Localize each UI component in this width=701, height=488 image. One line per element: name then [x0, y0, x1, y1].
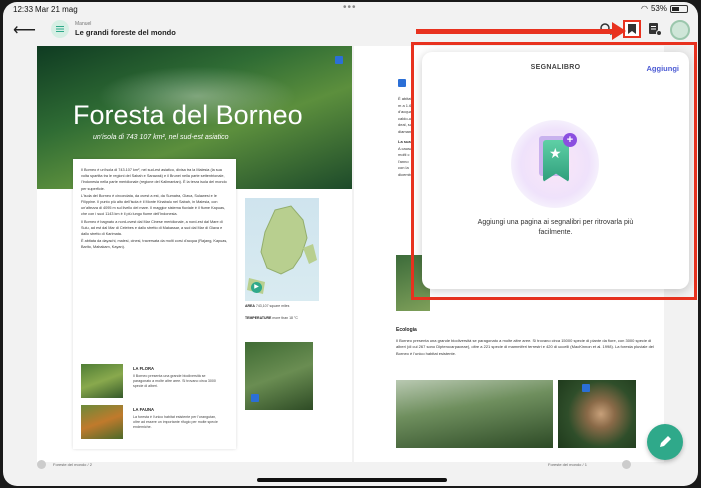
battery-fill: [672, 6, 680, 11]
ecology-text: Il Borneo presenta una grande biodiversi…: [396, 338, 654, 356]
add-bookmark-button[interactable]: Aggiungi: [647, 64, 680, 73]
ecology-heading: Ecologia: [396, 327, 417, 333]
hero-subtitle: un'isola di 743 107 km², nel sud-est asi…: [93, 134, 229, 141]
tarsier-photo[interactable]: [558, 380, 636, 448]
play-icon[interactable]: ▶: [251, 282, 262, 293]
flora-text: Il Borneo presenta una grande biodiversi…: [133, 374, 216, 388]
status-bar: 12:33 Mar 21 mag ••• ◠ 53%: [3, 2, 698, 16]
flora-box: LA FLORA Il Borneo presenta una grande b…: [81, 364, 228, 400]
breadcrumb: Manuel: [75, 21, 92, 27]
left-text-column: Il Borneo è un'isola di 743.107 km², nel…: [73, 159, 236, 449]
bookmark-icon: [628, 24, 636, 34]
multitask-dots-icon[interactable]: •••: [343, 2, 357, 13]
fauna-heading: LA FAUNA: [133, 407, 155, 412]
status-right: ◠ 53%: [641, 4, 688, 13]
status-date: Mar 21 mag: [35, 5, 78, 14]
back-arrow-icon[interactable]: ⟵: [13, 20, 36, 40]
media-icon[interactable]: [582, 384, 590, 392]
status-time: 12:33: [13, 5, 34, 14]
map-caption-temp: TEMPERATURE more than 18 °C: [245, 316, 298, 320]
paragraph: È abitata da dayachi, malesi, cinesi, tr…: [81, 239, 228, 250]
page-title: Le grandi foreste del mondo: [75, 28, 176, 37]
flora-heading: LA FLORA: [133, 366, 155, 371]
media-icon[interactable]: [398, 79, 406, 87]
paragraph: L'isola del Borneo è circondata, da oves…: [81, 193, 226, 217]
battery-percent: 53%: [650, 4, 667, 13]
media-icon[interactable]: [251, 394, 259, 402]
page-number-badge: [37, 460, 46, 469]
paragraph: Il Borneo è un'isola di 743.107 km², nel…: [81, 168, 227, 191]
media-icon[interactable]: [335, 56, 343, 64]
edit-fab-button[interactable]: [647, 424, 683, 460]
battery-icon: [670, 4, 688, 13]
left-page: Foresta del Borneo un'isola di 743 107 k…: [37, 46, 352, 469]
page-number-badge: [622, 460, 631, 469]
annotation-arrow: [416, 22, 626, 40]
wifi-icon: ◠: [641, 4, 648, 13]
fauna-image: [81, 405, 123, 439]
app-screen: 12:33 Mar 21 mag ••• ◠ 53% ⟵ Manuel Le g…: [3, 2, 698, 486]
popup-message: Aggiungi una pagina ai segnalibri per ri…: [477, 219, 634, 236]
paragraph: Il Borneo è bagnato a nord-ovest dal Mar…: [81, 219, 223, 237]
bookmark-popup: SEGNALIBRO Aggiungi ★ + Aggiungi una pag…: [422, 52, 689, 289]
bridge-photo[interactable]: [245, 342, 313, 410]
bookmark-illustration: ★ +: [511, 120, 599, 208]
avatar[interactable]: [670, 20, 690, 40]
home-indicator[interactable]: [257, 478, 447, 482]
hero-title: Foresta del Borneo: [73, 100, 303, 130]
borneo-map[interactable]: ▶: [245, 198, 319, 301]
flora-image: [81, 364, 123, 398]
plus-icon: +: [563, 133, 577, 147]
fauna-text: La foresta è l'unico habitat esistente p…: [133, 415, 218, 429]
pencil-icon: [660, 436, 671, 447]
rainforest-photo[interactable]: [396, 380, 553, 448]
star-icon: ★: [549, 145, 562, 161]
left-footer: Foreste del mondo / 2: [53, 462, 92, 467]
map-caption-area: AREA 743,107 square miles: [245, 304, 290, 308]
book-index-icon[interactable]: [51, 20, 69, 38]
right-footer: Foreste del mondo / 1: [548, 462, 587, 467]
notes-settings-icon[interactable]: [648, 22, 662, 36]
fauna-box: LA FAUNA La foresta è l'unico habitat es…: [81, 405, 228, 441]
